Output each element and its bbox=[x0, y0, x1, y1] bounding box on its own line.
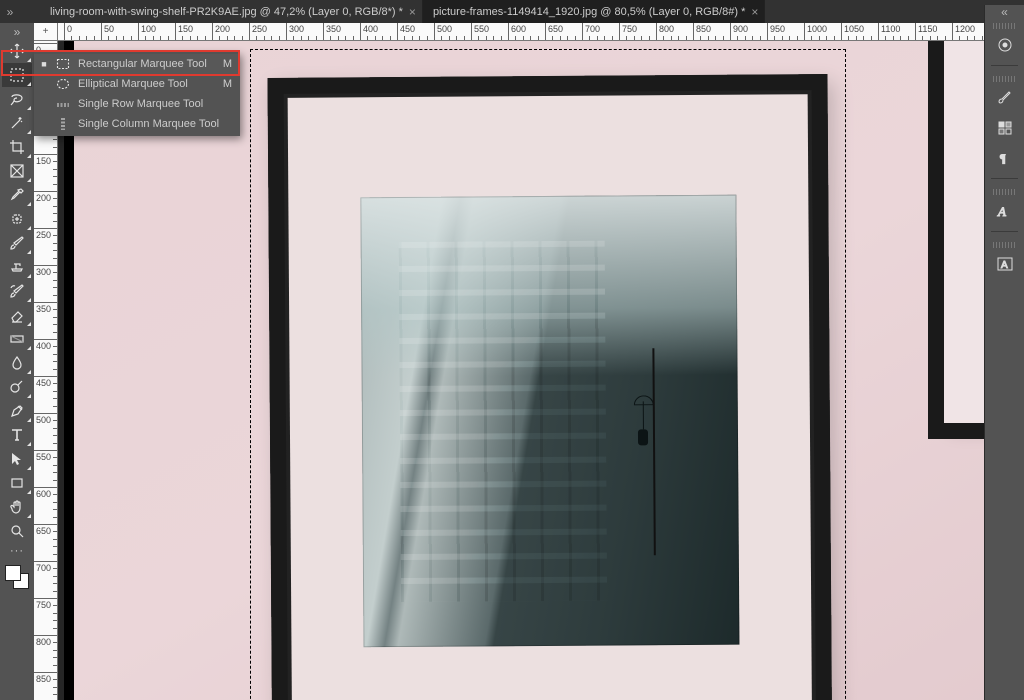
flyout-item-single-row-marquee[interactable]: Single Row Marquee Tool bbox=[34, 94, 240, 114]
swatches-panel-icon[interactable] bbox=[990, 114, 1020, 142]
vertical-ruler[interactable]: 0501001502002503003504004505005506006507… bbox=[34, 41, 58, 700]
canvas-viewport[interactable] bbox=[58, 41, 984, 700]
history-brush-tool[interactable] bbox=[2, 279, 32, 303]
gradient-tool[interactable] bbox=[2, 327, 32, 351]
frame-tool[interactable] bbox=[2, 159, 32, 183]
column-marquee-icon bbox=[56, 117, 70, 131]
foreground-color-swatch[interactable] bbox=[5, 565, 21, 581]
clone-stamp-tool[interactable] bbox=[2, 255, 32, 279]
rect-marquee-icon bbox=[56, 57, 70, 71]
row-marquee-icon bbox=[56, 97, 70, 111]
panel-grip-icon[interactable] bbox=[993, 76, 1017, 82]
collapsed-panel-dock: « ¶ A A bbox=[984, 5, 1024, 700]
frame-matte bbox=[288, 94, 813, 700]
document-tab[interactable]: picture-frames-1149414_1920.jpg @ 80,5% … bbox=[423, 0, 765, 23]
flyout-item-label: Single Row Marquee Tool bbox=[78, 98, 224, 110]
eraser-tool[interactable] bbox=[2, 303, 32, 327]
dodge-tool[interactable] bbox=[2, 375, 32, 399]
glyphs-panel-icon[interactable]: A bbox=[990, 250, 1020, 278]
svg-text:A: A bbox=[1001, 260, 1008, 271]
panel-separator bbox=[991, 65, 1018, 66]
document-tab-bar: » living-room-with-swing-shelf-PR2K9AE.j… bbox=[0, 0, 1024, 23]
close-icon[interactable]: × bbox=[751, 5, 758, 19]
flyout-item-single-column-marquee[interactable]: Single Column Marquee Tool bbox=[34, 114, 240, 134]
pen-tool[interactable] bbox=[2, 399, 32, 423]
ruler-origin[interactable]: + bbox=[34, 23, 58, 41]
paragraph-panel-icon[interactable]: ¶ bbox=[990, 144, 1020, 172]
streetlamp-graphic bbox=[638, 429, 648, 445]
lasso-tool[interactable] bbox=[2, 87, 32, 111]
flyout-item-label: Single Column Marquee Tool bbox=[78, 118, 224, 130]
canvas-edge bbox=[64, 41, 74, 700]
brush-tool[interactable] bbox=[2, 231, 32, 255]
document-tab-label: living-room-with-swing-shelf-PR2K9AE.jpg… bbox=[50, 6, 403, 18]
document-tab-label: picture-frames-1149414_1920.jpg @ 80,5% … bbox=[433, 6, 745, 18]
blur-tool[interactable] bbox=[2, 351, 32, 375]
panel-grip-icon[interactable] bbox=[993, 242, 1017, 248]
magic-wand-tool[interactable] bbox=[2, 111, 32, 135]
flyout-item-elliptical-marquee[interactable]: Elliptical Marquee Tool M bbox=[34, 74, 240, 94]
flyout-item-rectangular-marquee[interactable]: ■ Rectangular Marquee Tool M bbox=[34, 54, 240, 74]
eyedropper-tool[interactable] bbox=[2, 183, 32, 207]
healing-brush-tool[interactable] bbox=[2, 207, 32, 231]
move-tool[interactable] bbox=[2, 39, 32, 63]
horizontal-ruler[interactable]: 0501001502002503003504004505005506006507… bbox=[58, 23, 984, 41]
ellipse-marquee-icon bbox=[56, 77, 70, 91]
flyout-item-shortcut: M bbox=[223, 78, 232, 90]
svg-text:A: A bbox=[997, 204, 1006, 219]
crop-tool[interactable] bbox=[2, 135, 32, 159]
document-canvas[interactable] bbox=[64, 41, 984, 700]
color-swatches[interactable] bbox=[3, 563, 31, 591]
brushes-panel-icon[interactable] bbox=[990, 84, 1020, 112]
flyout-item-label: Rectangular Marquee Tool bbox=[78, 58, 215, 70]
panel-grip-icon[interactable] bbox=[993, 189, 1017, 195]
marquee-tool[interactable] bbox=[2, 63, 32, 87]
tools-panel: » ··· bbox=[0, 23, 34, 700]
panel-grip-icon[interactable] bbox=[993, 23, 1017, 29]
svg-text:¶: ¶ bbox=[1000, 151, 1006, 165]
marquee-tool-flyout: ■ Rectangular Marquee Tool M Elliptical … bbox=[34, 52, 240, 136]
flyout-item-shortcut: M bbox=[223, 58, 232, 70]
selected-bullet-icon: ■ bbox=[40, 59, 48, 69]
close-icon[interactable]: × bbox=[409, 5, 416, 19]
character-styles-panel-icon[interactable]: A bbox=[990, 197, 1020, 225]
path-selection-tool[interactable] bbox=[2, 447, 32, 471]
zoom-tool[interactable] bbox=[2, 519, 32, 543]
type-tool[interactable] bbox=[2, 423, 32, 447]
expand-tabs-icon[interactable]: » bbox=[4, 0, 16, 23]
framed-photograph bbox=[360, 195, 739, 648]
shape-tool[interactable] bbox=[2, 471, 32, 495]
panel-separator bbox=[991, 178, 1018, 179]
picture-frame-right bbox=[944, 41, 984, 423]
flyout-item-label: Elliptical Marquee Tool bbox=[78, 78, 215, 90]
edit-toolbar-icon[interactable]: ··· bbox=[2, 543, 32, 559]
picture-frame bbox=[267, 74, 832, 700]
panel-separator bbox=[991, 231, 1018, 232]
collapse-panels-icon[interactable]: « bbox=[985, 5, 1024, 17]
hand-tool[interactable] bbox=[2, 495, 32, 519]
expand-toolbar-icon[interactable]: » bbox=[0, 27, 34, 39]
document-tab[interactable]: living-room-with-swing-shelf-PR2K9AE.jpg… bbox=[40, 0, 423, 23]
color-panel-icon[interactable] bbox=[990, 31, 1020, 59]
